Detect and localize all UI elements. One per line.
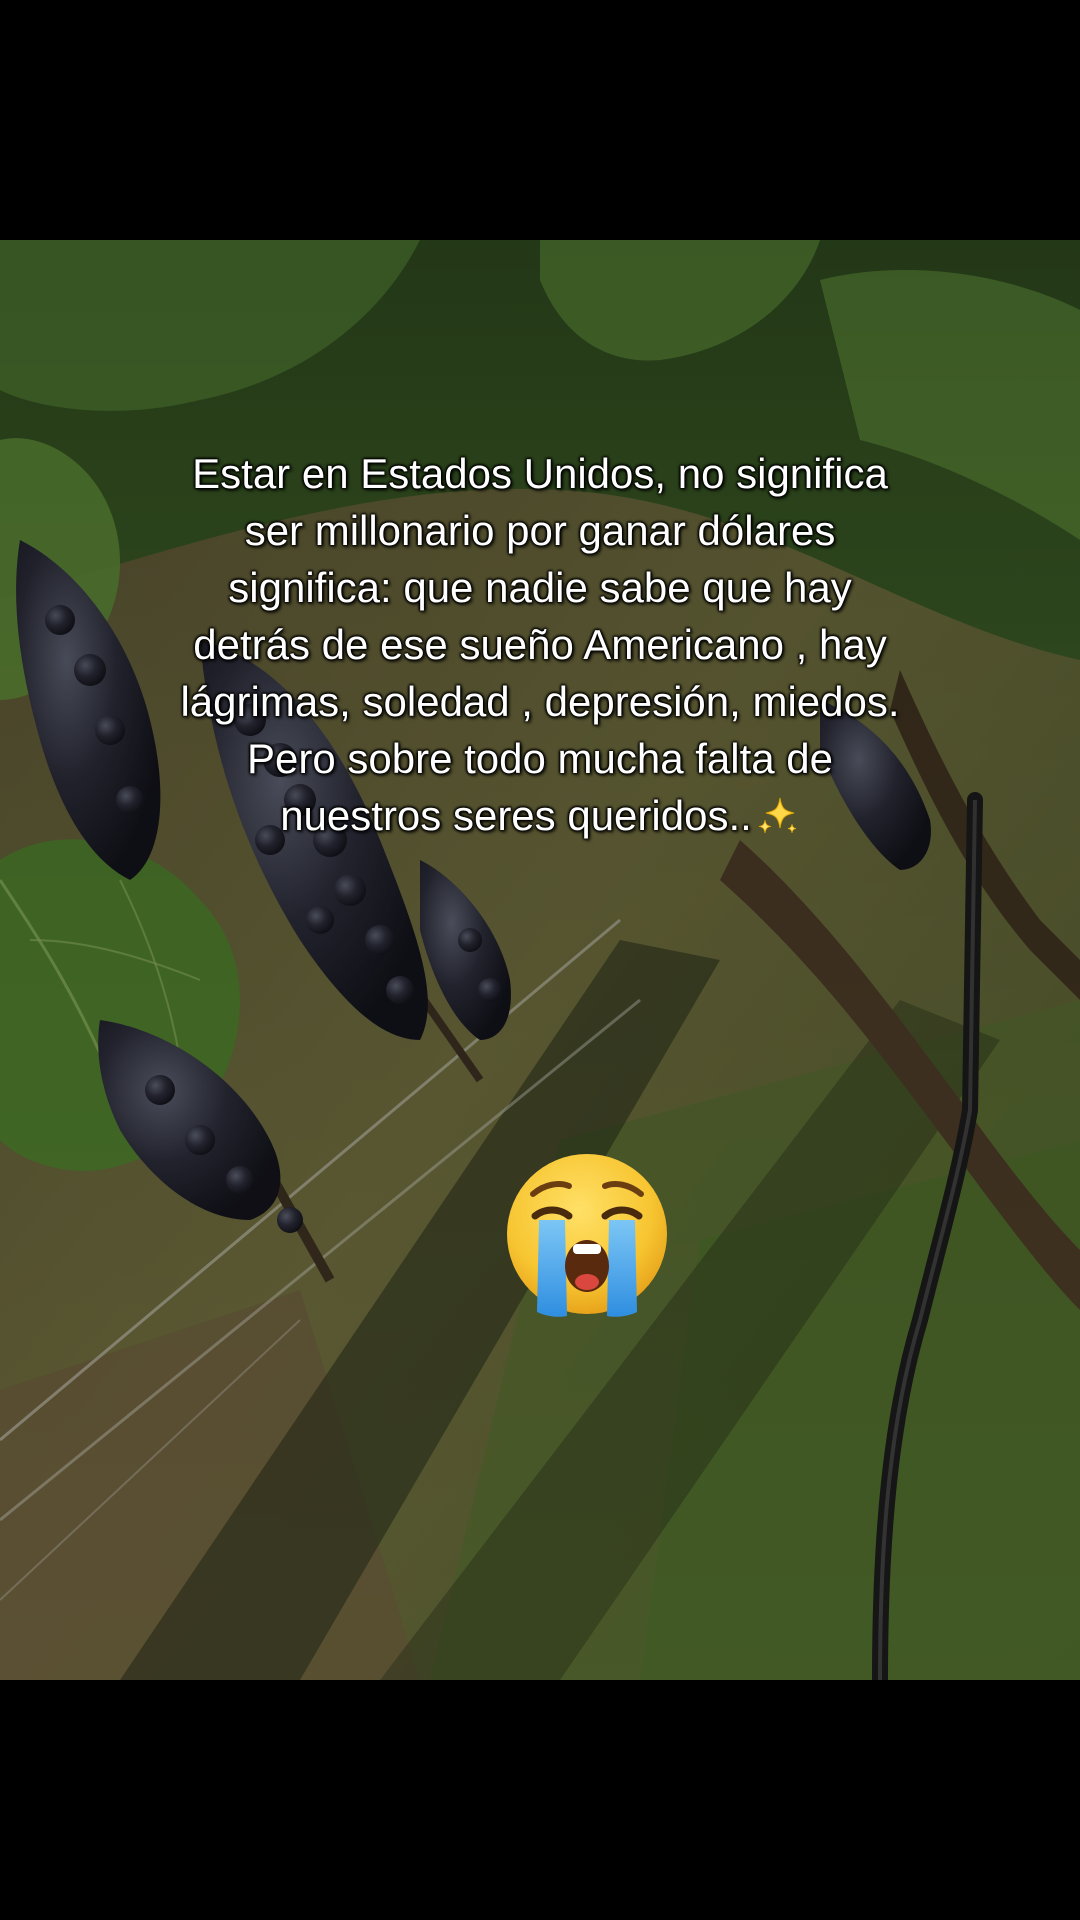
caption-line: ser millonario por ganar dólares [244, 507, 836, 554]
caption-line-last: nuestros seres queridos.. [40, 787, 1040, 844]
caption-line: nuestros seres queridos.. [280, 792, 752, 839]
caption-line: detrás de ese sueño Americano , hay [193, 621, 887, 668]
caption-line: lágrimas, soledad , depresión, miedos. [180, 678, 900, 725]
letterbox-top [0, 0, 1080, 240]
sparkles-icon [758, 797, 796, 834]
caption-line: Estar en Estados Unidos, no significa [192, 450, 888, 497]
caption-line: Pero sobre todo mucha falta de [246, 735, 834, 782]
caption-line: significa: que nadie sabe que hay [228, 564, 852, 611]
caption-text: Estar en Estados Unidos, no significa se… [40, 445, 1040, 844]
loudly-crying-face-icon [507, 1154, 667, 1317]
letterbox-bottom [0, 1680, 1080, 1920]
